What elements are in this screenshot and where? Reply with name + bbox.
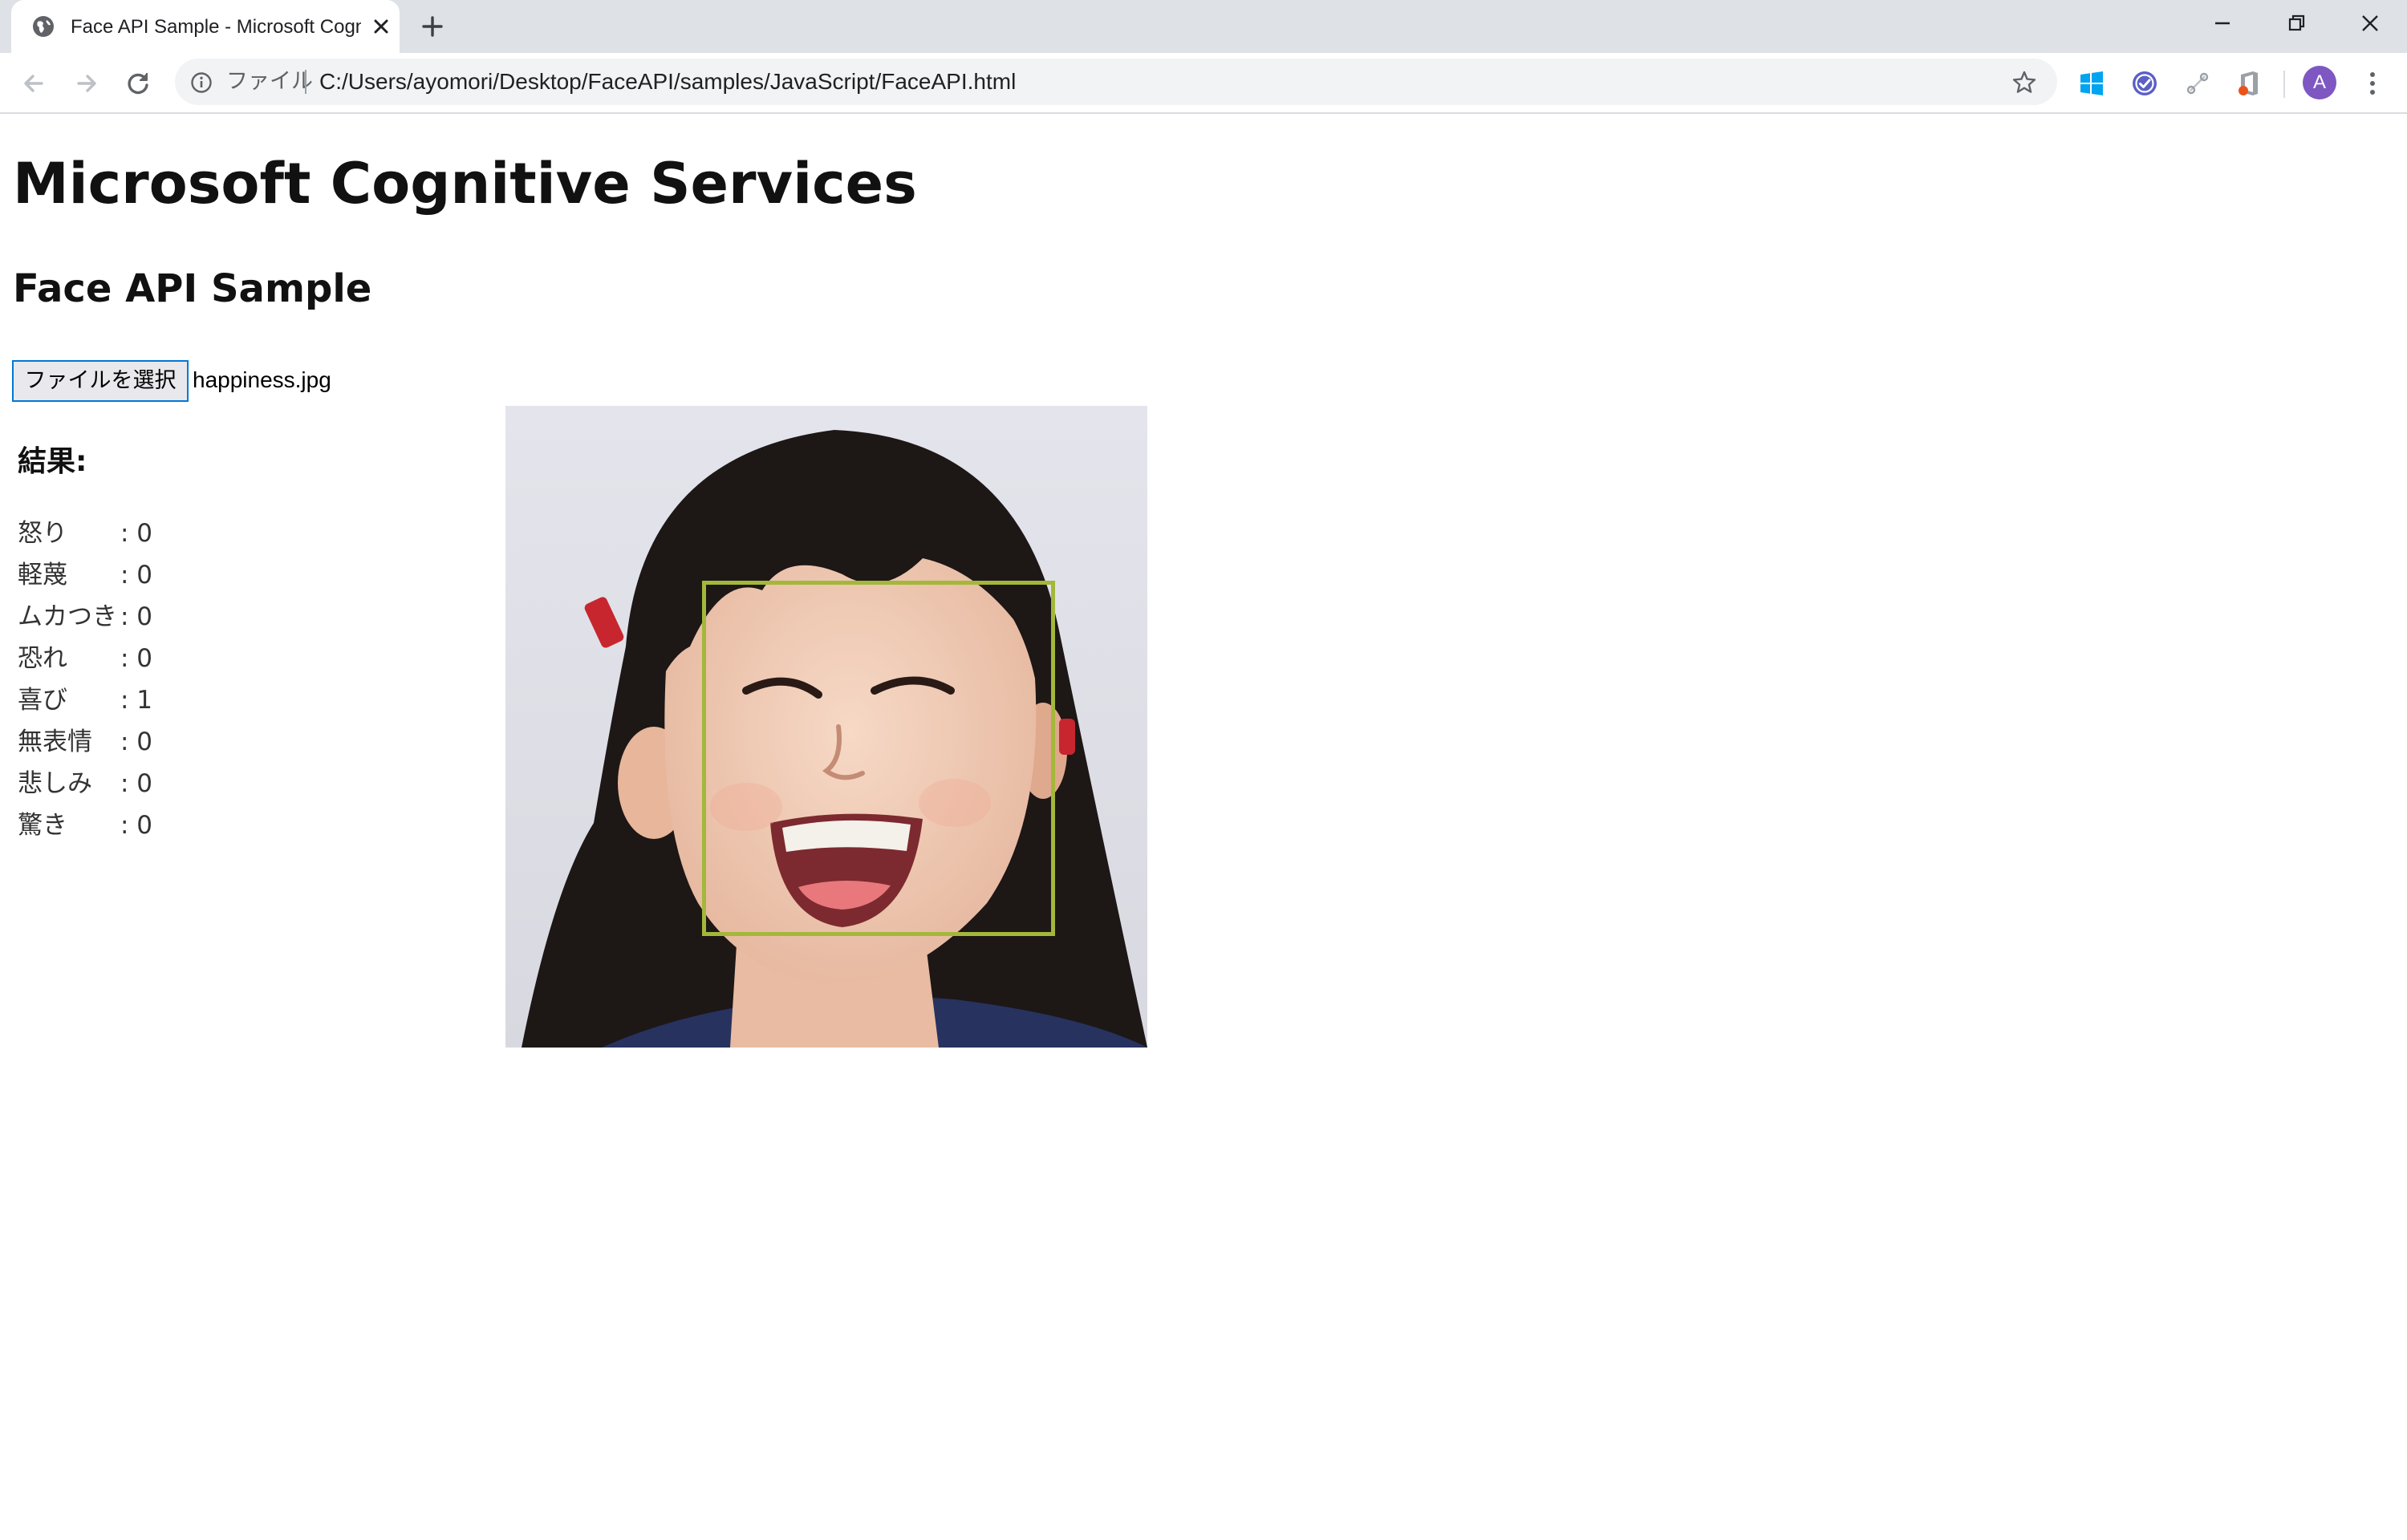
emotion-value: : 0 — [120, 727, 153, 756]
emotion-value: : 0 — [120, 561, 153, 590]
reload-icon[interactable] — [122, 67, 154, 99]
browser-tab[interactable]: Face API Sample - Microsoft Cognitive Se… — [11, 0, 400, 53]
choose-file-button[interactable]: ファイルを選択 — [12, 360, 189, 402]
minimize-button[interactable] — [2186, 0, 2259, 47]
emotion-value: : 1 — [120, 686, 153, 715]
results-heading: 結果: — [18, 445, 87, 478]
tab-title: Face API Sample - Microsoft Cognitive Se… — [71, 16, 361, 38]
bookmark-star-icon[interactable] — [2011, 69, 2038, 96]
emotion-value: : 0 — [120, 811, 153, 840]
forward-icon[interactable] — [71, 67, 103, 99]
new-tab-icon[interactable] — [419, 13, 446, 40]
emotion-value: : 0 — [120, 644, 153, 673]
close-tab-icon[interactable] — [369, 14, 393, 38]
tab-strip: Face API Sample - Microsoft Cognitive Se… — [0, 0, 2407, 53]
globe-icon — [33, 16, 54, 37]
windows-extension-icon[interactable] — [2076, 68, 2107, 99]
address-separator — [305, 70, 306, 94]
link-extension-icon[interactable] — [2182, 68, 2213, 99]
toolbar-divider — [2283, 71, 2285, 98]
profile-avatar[interactable]: A — [2303, 66, 2336, 99]
browser-toolbar: ファイル C:/Users/ayomori/Desktop/FaceAPI/sa… — [0, 53, 2407, 114]
emotion-label: 恐れ — [18, 644, 67, 673]
emotion-value: : 0 — [120, 769, 153, 798]
menu-dots-icon[interactable] — [2359, 69, 2386, 98]
window-close-button[interactable] — [2333, 0, 2407, 47]
selected-file-name: happiness.jpg — [193, 367, 331, 392]
page-subtitle: Face API Sample — [13, 266, 372, 311]
emotion-label: 驚き — [18, 811, 67, 840]
minimize-icon — [2215, 22, 2230, 25]
emotion-label: 怒り — [18, 519, 67, 548]
page-content: Microsoft Cognitive Services Face API Sa… — [0, 114, 2407, 1540]
emotion-label: 悲しみ — [18, 769, 92, 798]
emotion-label: 無表情 — [18, 727, 92, 756]
emotion-value: : 0 — [120, 602, 153, 631]
close-icon — [2362, 15, 2378, 31]
restore-button[interactable] — [2259, 0, 2333, 47]
face-detection-box — [702, 581, 1055, 936]
address-scheme-label: ファイル — [226, 69, 313, 94]
page-title: Microsoft Cognitive Services — [13, 151, 917, 217]
office-extension-icon[interactable] — [2234, 68, 2264, 99]
emotion-label: ムカつき — [18, 602, 117, 631]
back-icon[interactable] — [18, 67, 50, 99]
address-url[interactable]: C:/Users/ayomori/Desktop/FaceAPI/samples… — [319, 68, 1016, 95]
address-bar[interactable]: ファイル C:/Users/ayomori/Desktop/FaceAPI/sa… — [175, 59, 2057, 105]
emotion-label: 軽蔑 — [18, 561, 67, 590]
check-extension-icon[interactable] — [2129, 68, 2160, 99]
info-icon[interactable] — [189, 71, 213, 95]
restore-icon — [2288, 14, 2305, 31]
face-photo — [505, 406, 1147, 1048]
emotion-label: 喜び — [18, 686, 67, 715]
emotion-value: : 0 — [120, 519, 153, 548]
